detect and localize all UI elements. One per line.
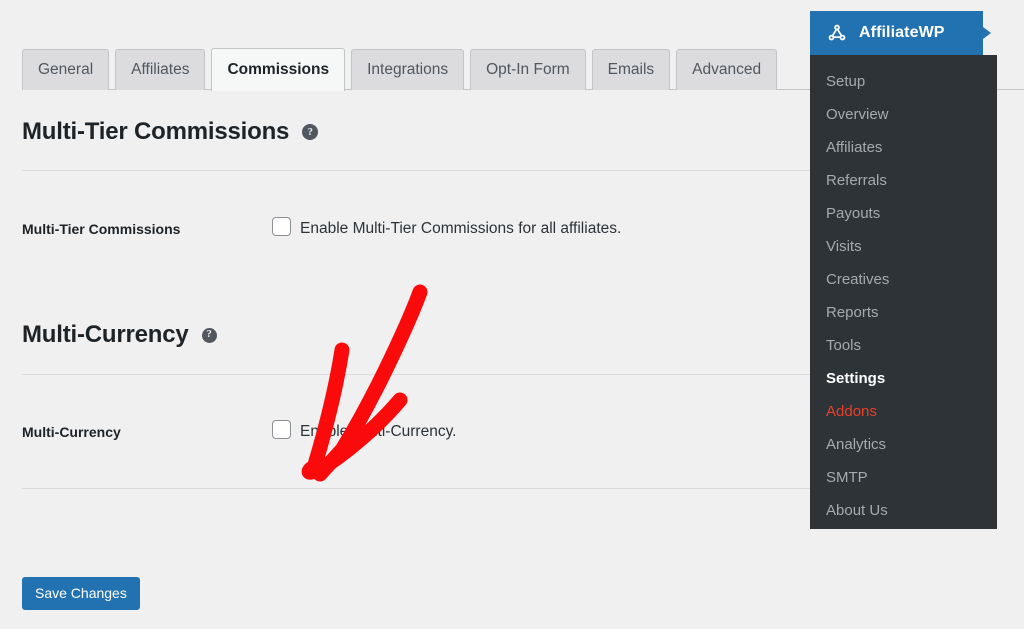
- field-label-multi-tier-commissions: Multi-Tier Commissions: [22, 221, 181, 237]
- tab-advanced[interactable]: Advanced: [676, 49, 778, 90]
- menu-item-payouts[interactable]: Payouts: [810, 197, 997, 230]
- menu-item-creatives[interactable]: Creatives: [810, 263, 997, 296]
- tab-general[interactable]: General: [22, 49, 110, 90]
- menu-item-visits[interactable]: Visits: [810, 230, 997, 263]
- affiliatewp-menu-list: Setup Overview Affiliates Referrals Payouts V…: [810, 55, 997, 529]
- multi-tier-commissions-checkbox[interactable]: [272, 217, 291, 236]
- affiliatewp-menu-panel: AffiliateWP Setup Overview Affiliates Refer…: [810, 11, 997, 529]
- menu-item-smtp[interactable]: SMTP: [810, 461, 997, 494]
- section-divider: [22, 488, 810, 489]
- save-changes-button[interactable]: Save Changes: [22, 577, 140, 610]
- tab-integrations[interactable]: Integrations: [351, 49, 465, 90]
- menu-item-analytics[interactable]: Analytics: [810, 428, 997, 461]
- field-label-multi-currency: Multi-Currency: [22, 424, 121, 440]
- panel-notch-shape: [983, 11, 997, 55]
- tab-affiliates[interactable]: Affiliates: [115, 49, 206, 90]
- menu-item-settings[interactable]: Settings: [810, 362, 997, 395]
- affiliatewp-brand-label: AffiliateWP: [859, 24, 945, 41]
- menu-item-referrals[interactable]: Referrals: [810, 164, 997, 197]
- multi-currency-checkbox[interactable]: [272, 420, 291, 439]
- question-mark-icon[interactable]: ?: [302, 124, 319, 140]
- menu-item-setup[interactable]: Setup: [810, 65, 997, 98]
- affiliatewp-panel-header: AffiliateWP: [810, 11, 997, 55]
- menu-item-affiliates[interactable]: Affiliates: [810, 131, 997, 164]
- multi-tier-commissions-checkbox-label[interactable]: Enable Multi-Tier Commissions for all af…: [300, 219, 621, 238]
- section-heading-text: Multi-Tier Commissions: [22, 118, 290, 145]
- multi-currency-checkbox-label[interactable]: Enable Multi-Currency.: [300, 422, 457, 441]
- field-control-multi-tier-commissions: Enable Multi-Tier Commissions for all af…: [272, 217, 621, 238]
- menu-item-tools[interactable]: Tools: [810, 329, 997, 362]
- menu-item-addons[interactable]: Addons: [810, 395, 997, 428]
- share-network-icon: [826, 22, 848, 44]
- menu-item-about-us[interactable]: About Us: [810, 494, 997, 527]
- question-mark-icon[interactable]: ?: [201, 327, 217, 343]
- field-control-multi-currency: Enable Multi-Currency.: [272, 420, 457, 441]
- tab-opt-in-form[interactable]: Opt-In Form: [470, 49, 586, 90]
- tab-emails[interactable]: Emails: [591, 49, 671, 90]
- tab-commissions[interactable]: Commissions: [211, 48, 346, 91]
- section-heading-text: Multi-Currency: [22, 321, 189, 348]
- menu-item-reports[interactable]: Reports: [810, 296, 997, 329]
- menu-item-overview[interactable]: Overview: [810, 98, 997, 131]
